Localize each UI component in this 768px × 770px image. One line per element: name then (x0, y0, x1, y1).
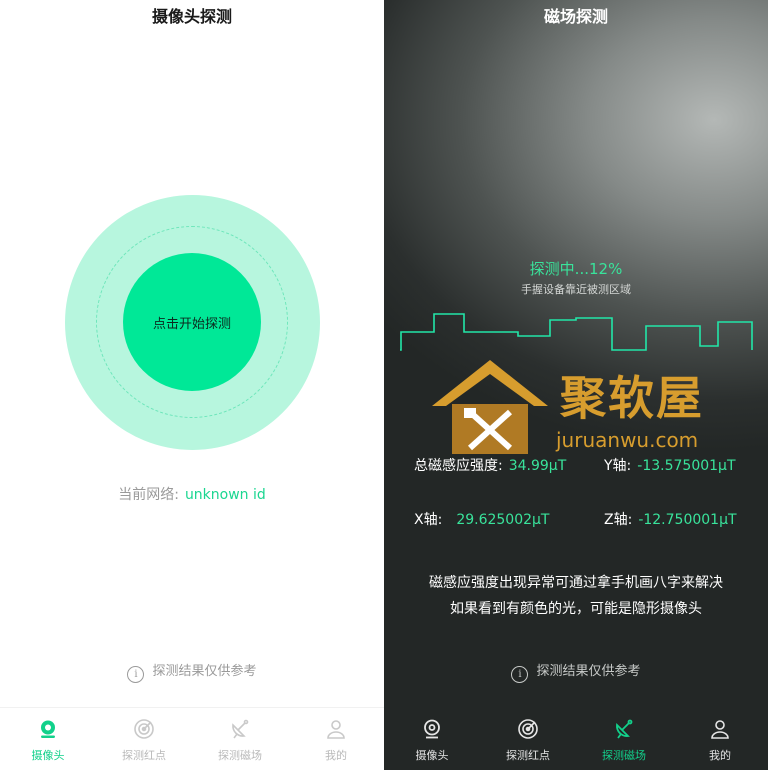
page-title: 摄像头探测 (151, 7, 232, 26)
satellite-dish-icon (611, 716, 637, 742)
disclaimer: i 探测结果仅供参考 (384, 660, 768, 683)
reading-z: Z轴: -12.750001μT (604, 509, 737, 529)
reading-x: X轴: 29.625002μT (414, 509, 549, 529)
tab-profile-label: 我的 (709, 749, 731, 762)
camera-detect-screen: 摄像头探测 点击开始探测 当前网络: unknown id i 探测结果仅供参考 摄… (0, 0, 384, 770)
start-detect-label: 点击开始探测 (152, 316, 231, 332)
tab-camera-label: 摄像头 (31, 749, 65, 762)
radar-icon (131, 716, 157, 742)
reading-total-value: 34.99μT (508, 458, 567, 474)
network-value: unknown id (184, 487, 266, 503)
tab-infrared[interactable]: 探测红点 (96, 708, 192, 770)
reading-z-value: -12.750001μT (638, 512, 737, 528)
tab-magnetic[interactable]: 探测磁场 (192, 708, 288, 770)
tab-magnetic-label: 探测磁场 (218, 749, 262, 762)
disclaimer-text: 探测结果仅供参考 (152, 664, 257, 679)
watermark: 聚软屋 juruanwu.com (430, 358, 730, 458)
tab-infrared-label: 探测红点 (506, 749, 550, 762)
disclaimer-text: 探测结果仅供参考 (536, 664, 641, 679)
reading-y: Y轴: -13.575001μT (604, 455, 736, 475)
bottom-tab-bar: 摄像头 探测红点 探测磁场 我的 (0, 707, 384, 770)
message-line-2: 如果看到有颜色的光，可能是隐形摄像头 (450, 601, 702, 617)
tab-camera[interactable]: 摄像头 (0, 708, 96, 770)
magnetic-detect-screen: 磁场探测 探测中...12% 手握设备靠近被测区域 聚软屋 juruanwu.c… (384, 0, 768, 770)
tab-infrared-label: 探测红点 (122, 749, 166, 762)
tab-profile[interactable]: 我的 (288, 708, 384, 770)
radar-icon (515, 716, 541, 742)
watermark-url: juruanwu.com (556, 428, 699, 452)
network-label: 当前网络: (118, 487, 179, 503)
network-status: 当前网络: unknown id (0, 484, 384, 504)
tab-camera[interactable]: 摄像头 (384, 708, 480, 770)
watermark-name: 聚软屋 (560, 371, 704, 425)
reading-total: 总磁感应强度: 34.99μT (414, 455, 566, 475)
reading-x-value: 29.625002μT (456, 512, 550, 528)
logo-house-icon (432, 360, 548, 454)
magnetic-waveform (400, 313, 753, 351)
tab-camera-label: 摄像头 (415, 749, 449, 762)
page-title: 磁场探测 (543, 7, 608, 26)
message-line-1: 磁感应强度出现异常可通过拿手机画八字来解决 (429, 575, 723, 591)
disclaimer: i 探测结果仅供参考 (0, 660, 384, 683)
bottom-tab-bar: 摄像头 探测红点 探测磁场 我的 (384, 708, 768, 770)
tab-magnetic[interactable]: 探测磁场 (576, 708, 672, 770)
camera-icon (35, 716, 61, 742)
tab-magnetic-label: 探测磁场 (602, 749, 646, 762)
reading-y-label: Y轴: (604, 458, 632, 474)
camera-icon (419, 716, 445, 742)
user-icon (323, 716, 349, 742)
tab-profile[interactable]: 我的 (672, 708, 768, 770)
reading-total-label: 总磁感应强度: (414, 458, 503, 474)
detect-hint: 手握设备靠近被测区域 (521, 283, 631, 296)
reading-z-label: Z轴: (604, 512, 633, 528)
start-detect-button[interactable]: 点击开始探测 (123, 253, 261, 391)
detect-progress: 探测中...12% (529, 260, 623, 278)
reading-y-value: -13.575001μT (637, 458, 736, 474)
user-icon (707, 716, 733, 742)
info-icon: i (127, 666, 145, 683)
info-icon: i (511, 666, 529, 683)
tab-infrared[interactable]: 探测红点 (480, 708, 576, 770)
tab-profile-label: 我的 (325, 749, 347, 762)
reading-x-label: X轴: (414, 512, 443, 528)
satellite-dish-icon (227, 716, 253, 742)
